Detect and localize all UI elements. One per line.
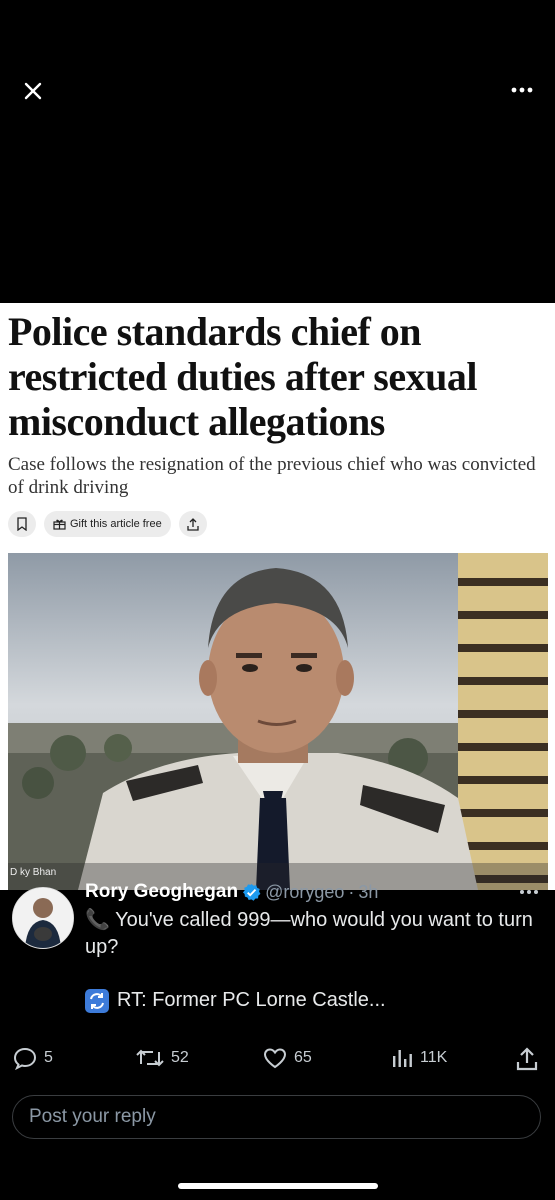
repeat-emoji-icon: [85, 988, 109, 1013]
gift-article-button[interactable]: Gift this article free: [44, 511, 171, 537]
gift-icon: [53, 519, 66, 530]
author-avatar[interactable]: [12, 887, 74, 949]
retweet-button[interactable]: 52: [135, 1046, 189, 1070]
verified-badge-icon: [243, 883, 261, 901]
tweet-retweet-line: RT: Former PC Lorne Castle...: [85, 987, 545, 1014]
article-actions: Gift this article free: [8, 510, 207, 538]
reply-input[interactable]: Post your reply: [12, 1095, 541, 1139]
share-icon: [516, 1047, 538, 1071]
reply-button[interactable]: 5: [12, 1046, 53, 1070]
reply-icon: [13, 1047, 37, 1070]
analytics-icon: [393, 1050, 412, 1067]
author-name[interactable]: Rory Geoghegan: [85, 881, 238, 903]
gift-article-label: Gift this article free: [70, 518, 162, 530]
author-handle[interactable]: @rorygeo: [265, 882, 344, 903]
retweet-text[interactable]: RT: Former PC Lorne Castle...: [117, 987, 386, 1014]
article-photo: D ky Bhan: [8, 553, 548, 890]
retweet-count: 52: [171, 1049, 189, 1066]
tweet-timestamp[interactable]: 3h: [358, 882, 378, 903]
tweet-text: 📞 You've called 999—who would you want t…: [85, 907, 545, 1014]
views-button[interactable]: 11K: [390, 1046, 447, 1070]
tweet-line-1: 📞 You've called 999—who would you want t…: [85, 909, 533, 958]
share-button[interactable]: [514, 1046, 540, 1072]
media-viewer-top-bar: [0, 0, 555, 303]
more-horizontal-icon: [511, 87, 533, 93]
photo-caption: D ky Bhan: [10, 867, 57, 878]
share-article-button[interactable]: [178, 511, 207, 537]
tweet-author-line: Rory Geoghegan @rorygeo · 3h: [85, 881, 378, 903]
reply-count: 5: [44, 1049, 53, 1066]
article-headline: Police standards chief on restricted dut…: [8, 309, 477, 444]
view-count: 11K: [420, 1049, 448, 1066]
separator: ·: [348, 881, 355, 902]
like-count: 65: [294, 1049, 312, 1066]
home-indicator[interactable]: [178, 1183, 378, 1189]
retweet-icon: [136, 1049, 164, 1067]
heart-icon: [263, 1048, 287, 1069]
like-button[interactable]: 65: [262, 1046, 312, 1070]
article-standfirst: Case follows the resignation of the prev…: [8, 454, 536, 498]
article-screenshot: Police standards chief on restricted dut…: [0, 303, 555, 890]
bookmark-button[interactable]: [8, 511, 36, 537]
share-icon: [187, 517, 199, 531]
officer-photo-illustration: [8, 553, 548, 890]
close-icon: [24, 82, 42, 100]
more-options-button[interactable]: [507, 80, 537, 100]
more-horizontal-icon: [520, 890, 538, 894]
bookmark-icon: [17, 517, 27, 531]
tweet-more-button[interactable]: [517, 885, 541, 899]
close-button[interactable]: [18, 76, 48, 106]
avatar-image: [13, 888, 73, 948]
tweet-action-bar: 5 52 65 11K: [0, 1040, 555, 1076]
